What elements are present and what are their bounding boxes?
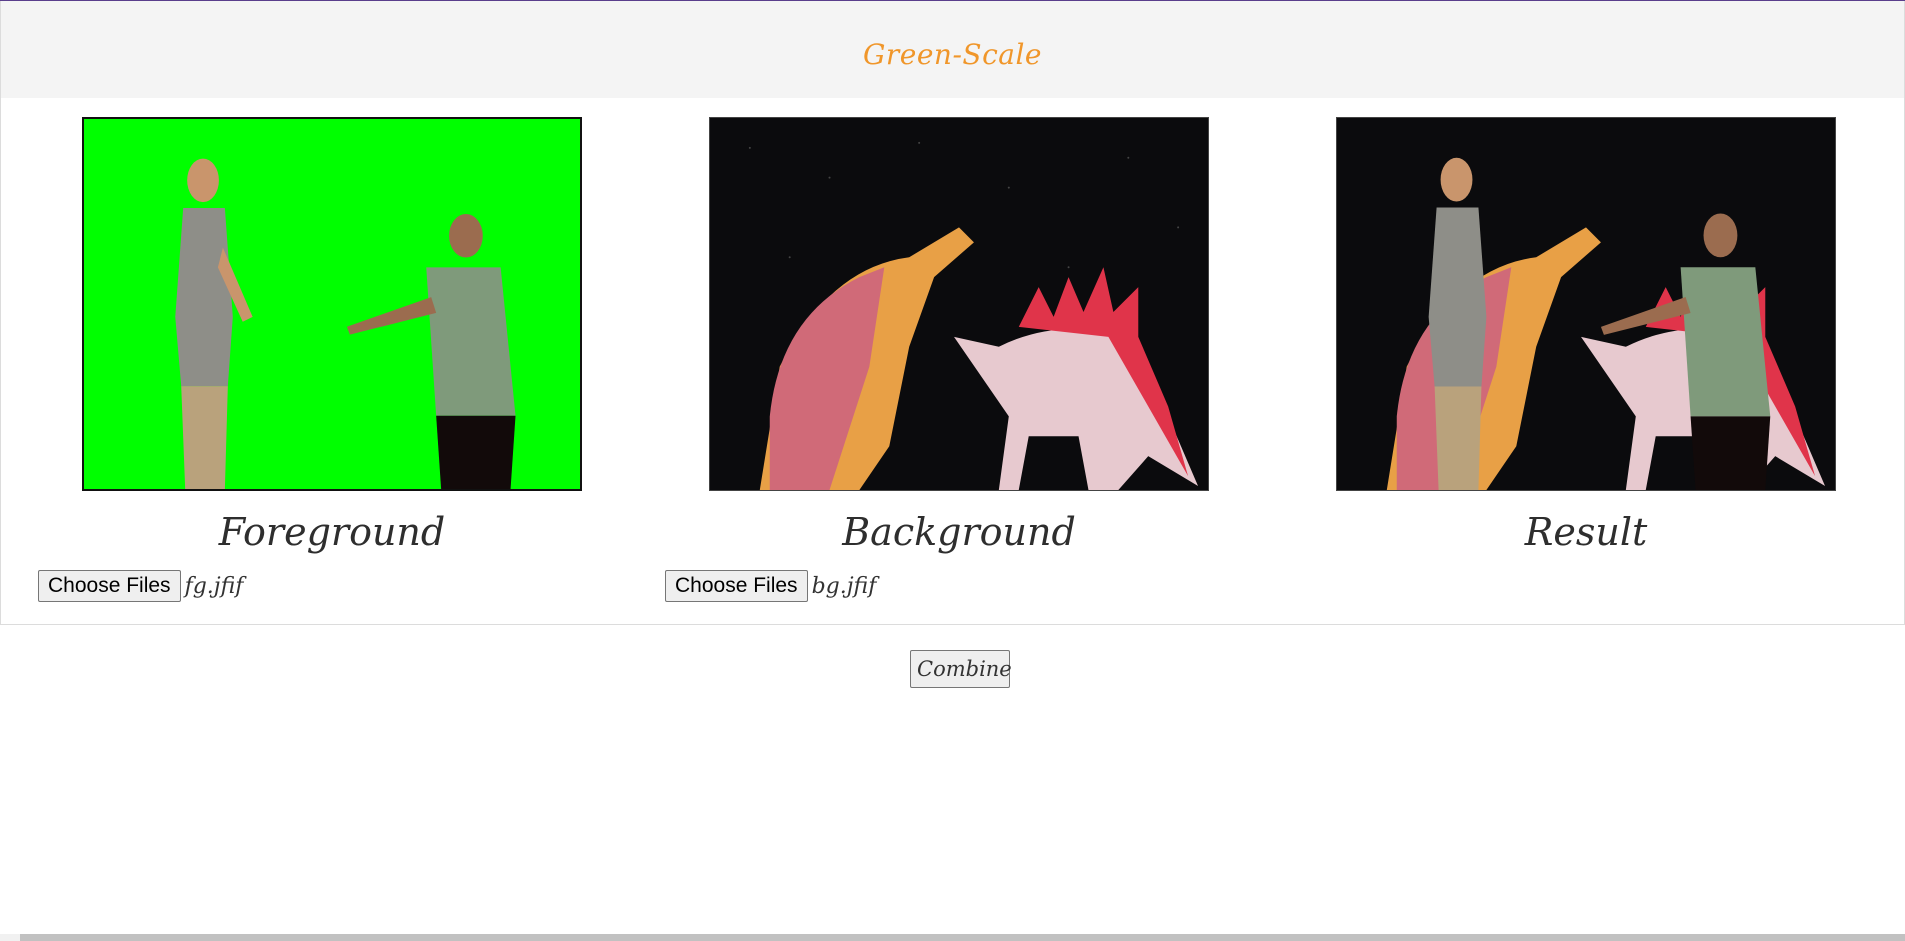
foreground-file-name: fg.jfif xyxy=(184,573,244,599)
background-image xyxy=(709,117,1209,491)
background-file-input: Choose Files bg.jfif xyxy=(665,570,876,602)
scrollbar-thumb[interactable] xyxy=(20,934,1905,941)
dinosaurs-image xyxy=(710,118,1208,490)
foreground-caption: Foreground xyxy=(218,510,446,554)
result-image xyxy=(1336,117,1836,491)
horizontal-scrollbar[interactable] xyxy=(0,934,1905,941)
result-caption: Result xyxy=(1524,510,1648,554)
background-file-name: bg.jfif xyxy=(811,573,877,599)
app-title: Green-Scale xyxy=(863,38,1042,71)
background-caption: Background xyxy=(842,510,1076,554)
app-header: Green-Scale xyxy=(0,1,1905,98)
background-choose-files-button[interactable]: Choose Files xyxy=(665,570,808,602)
green-screen-people-image xyxy=(84,119,580,489)
foreground-choose-files-button[interactable]: Choose Files xyxy=(38,570,181,602)
combine-button[interactable]: Combine xyxy=(910,650,1012,688)
foreground-image xyxy=(82,117,582,491)
foreground-file-input: Choose Files fg.jfif xyxy=(38,570,243,602)
composite-image xyxy=(1337,118,1835,490)
